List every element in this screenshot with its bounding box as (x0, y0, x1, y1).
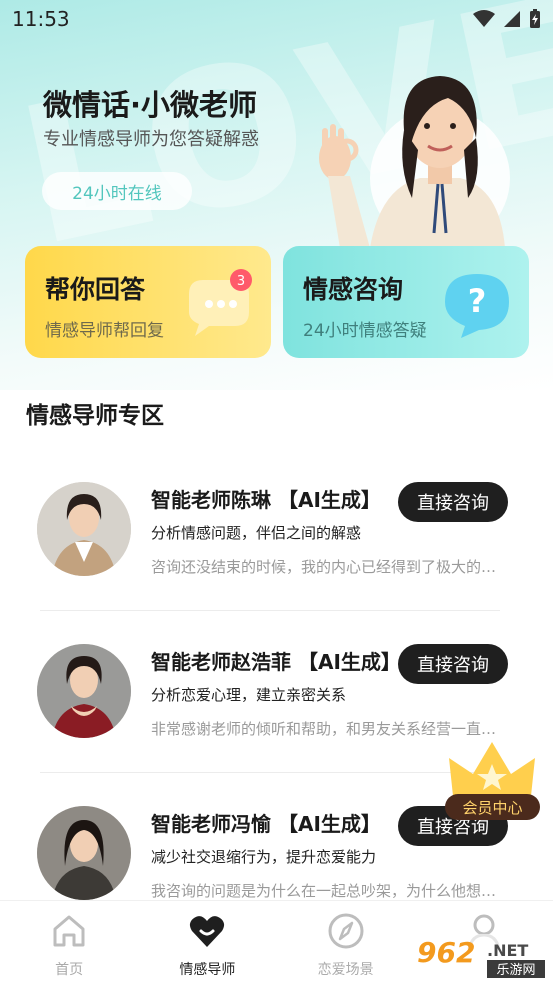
watermark-suffix: .NET (487, 941, 528, 960)
direct-consult-button[interactable]: 直接咨询 (398, 644, 508, 684)
teacher-illustration (319, 76, 510, 248)
chat-bubble-icon: 3 (189, 269, 252, 336)
direct-consult-button[interactable]: 直接咨询 (398, 482, 508, 522)
site-watermark-logo: 962 .NET 乐游网 (413, 934, 548, 980)
hero-title: 微情话·小微老师 (43, 88, 258, 122)
home-icon (53, 915, 85, 947)
tutor-item[interactable]: 智能老师陈琳 【AI生成】 分析情感问题，伴侣之间的解惑 咨询还没结束的时候，我… (37, 482, 508, 622)
tutor-description: 分析情感问题，伴侣之间的解惑 (151, 524, 362, 542)
compass-icon (328, 913, 364, 949)
notification-count: 3 (237, 274, 245, 289)
status-icons (473, 9, 541, 29)
emotion-consult-card[interactable]: 情感咨询 24小时情感答疑 ? (283, 246, 529, 358)
crown-icon (449, 742, 535, 802)
divider (40, 610, 500, 611)
vip-center-button[interactable]: 会员中心 (445, 738, 540, 828)
tutor-name: 智能老师赵浩菲 【AI生成】 (151, 650, 401, 674)
nav-label-home: 首页 (55, 962, 84, 978)
nav-label-scenes: 恋爱场景 (317, 962, 374, 978)
tutor-avatar (37, 806, 131, 900)
tutor-last-message: 非常感谢老师的倾听和帮助，和男友关系经营一直… (151, 720, 497, 738)
tutor-last-message: 我咨询的问题是为什么在一起总吵架，为什么他想… (151, 882, 497, 900)
tutor-description: 分析恋爱心理，建立亲密关系 (151, 686, 347, 704)
question-bubble-icon: ? (445, 274, 509, 338)
tutor-description: 减少社交退缩行为，提升恋爱能力 (151, 848, 377, 866)
status-time: 11:53 (12, 7, 70, 31)
watermark-number: 962 (417, 936, 475, 969)
vip-center-label: 会员中心 (445, 794, 540, 820)
online-badge: 24小时在线 (42, 172, 192, 210)
nav-item-scenes[interactable]: 恋爱场景 (277, 901, 415, 984)
svg-text:?: ? (468, 282, 487, 320)
watermark-site: 乐游网 (496, 963, 535, 978)
battery-icon (530, 9, 540, 28)
section-title: 情感导师专区 (26, 403, 164, 429)
tutor-name: 智能老师冯愉 【AI生成】 (151, 812, 381, 836)
nav-label-tutors: 情感导师 (179, 962, 236, 978)
tutor-avatar (37, 644, 131, 738)
status-bar: 11:53 (0, 0, 553, 38)
tutor-name: 智能老师陈琳 【AI生成】 (151, 488, 381, 512)
nav-item-tutors[interactable]: 情感导师 (138, 901, 276, 984)
heart-icon (190, 916, 225, 947)
divider (40, 772, 500, 773)
tutor-last-message: 咨询还没结束的时候，我的内心已经得到了极大的… (151, 558, 497, 576)
wifi-icon (473, 10, 495, 27)
signal-icon (504, 11, 520, 27)
hero-subtitle: 专业情感导师为您答疑解惑 (43, 129, 259, 150)
help-answer-card[interactable]: 帮你回答 情感导师帮回复 3 (25, 246, 271, 358)
tutor-item[interactable]: 智能老师赵浩菲 【AI生成】 分析恋爱心理，建立亲密关系 非常感谢老师的倾听和帮… (37, 644, 508, 784)
tutor-avatar (37, 482, 131, 576)
nav-item-home[interactable]: 首页 (0, 901, 138, 984)
